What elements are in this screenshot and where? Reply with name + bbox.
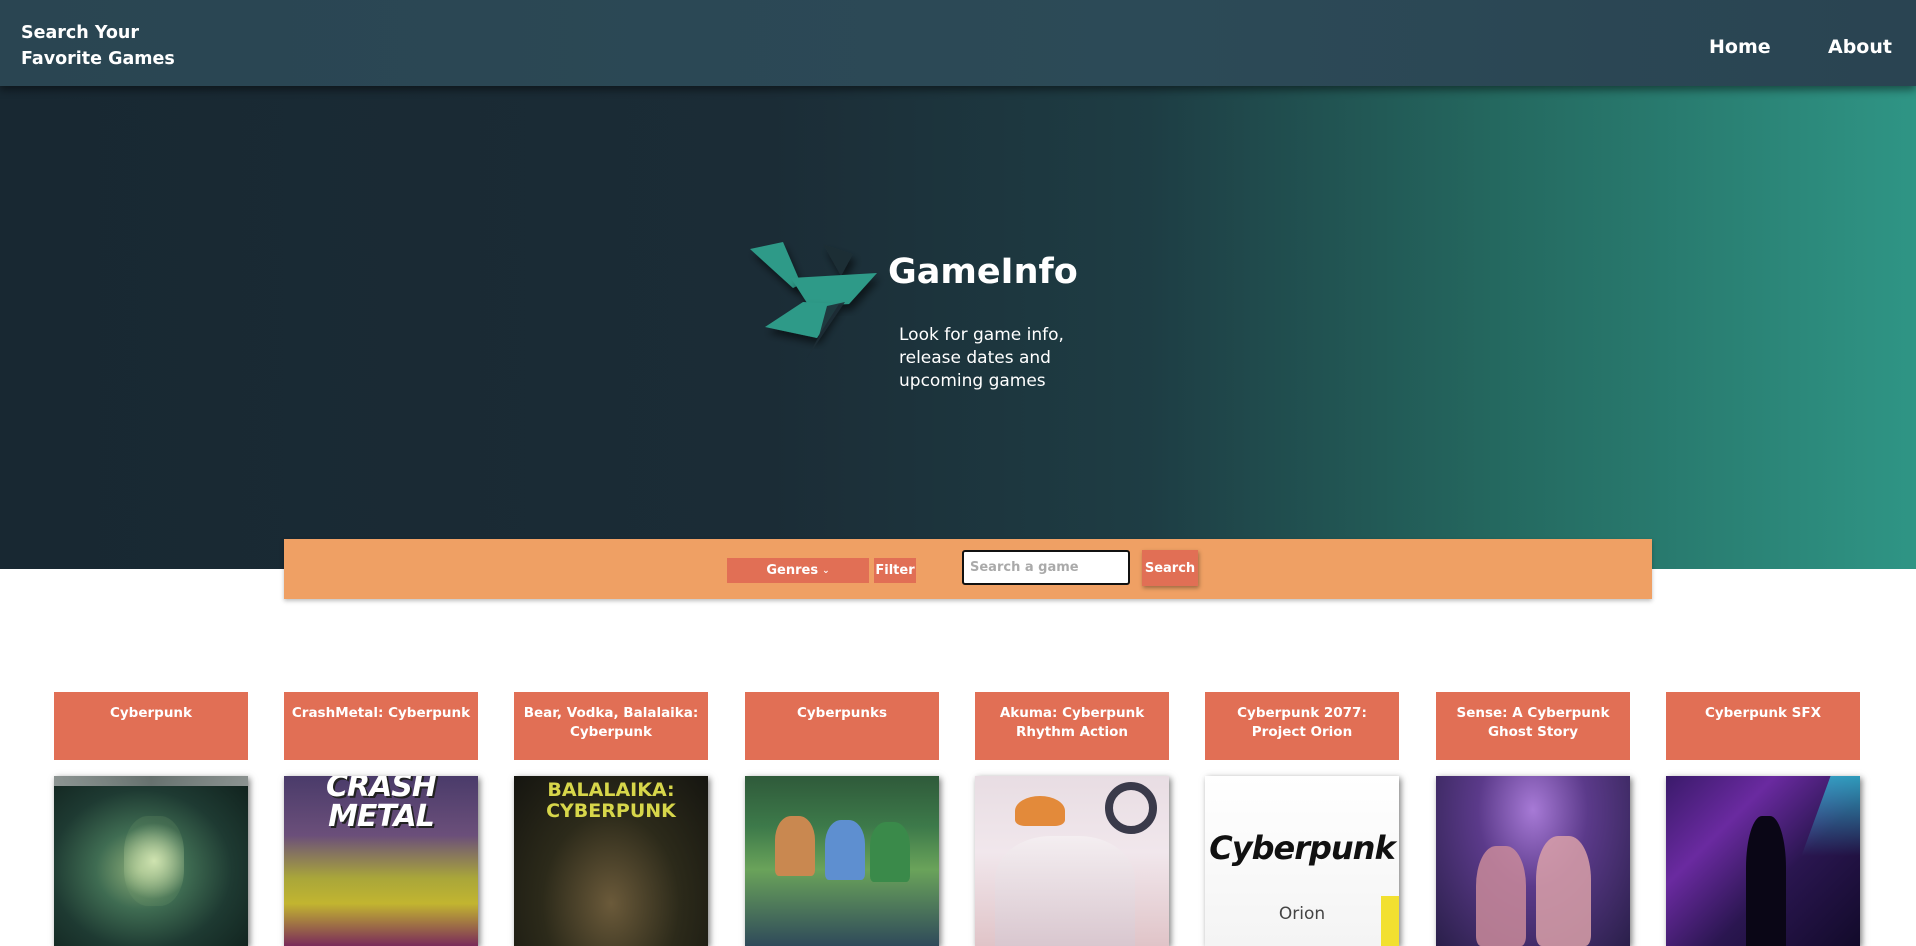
nav-about-link[interactable]: About — [1828, 36, 1892, 58]
game-cover-image[interactable] — [745, 776, 939, 946]
filter-button[interactable]: Filter — [874, 558, 916, 583]
game-cover-image[interactable]: Cyberpunk Orion — [1205, 776, 1399, 946]
game-card[interactable]: Cyberpunk 2077: Project Orion Cyberpunk … — [1205, 692, 1399, 946]
game-card[interactable]: Bear, Vodka, Balalaika: Cyberpunk BALALA… — [514, 692, 708, 946]
game-card-title: Cyberpunks — [745, 692, 939, 760]
search-bar: Genres ⌄ Filter Search — [284, 539, 1652, 599]
game-card[interactable]: Akuma: Cyberpunk Rhythm Action — [975, 692, 1169, 946]
cover-art-subtext: Orion — [1278, 904, 1326, 924]
game-card[interactable]: Cyberpunk — [54, 692, 248, 946]
game-card-title: Cyberpunk — [54, 692, 248, 760]
game-cover-image[interactable] — [54, 776, 248, 946]
game-card[interactable]: Cyberpunks — [745, 692, 939, 946]
search-input[interactable] — [962, 550, 1130, 585]
game-card-title: Cyberpunk SFX — [1666, 692, 1860, 760]
game-card-title: Bear, Vodka, Balalaika: Cyberpunk — [514, 692, 708, 760]
game-card[interactable]: Sense: A Cyberpunk Ghost Story — [1436, 692, 1630, 946]
cover-art-text: Cyberpunk — [1209, 829, 1395, 867]
game-cover-image[interactable] — [975, 776, 1169, 946]
gameinfo-logo-icon — [750, 242, 877, 358]
cover-art-text: CRASH METAL — [325, 776, 437, 834]
chevron-down-icon: ⌄ — [822, 565, 830, 576]
game-card-title: Cyberpunk 2077: Project Orion — [1205, 692, 1399, 760]
game-card-title: CrashMetal: Cyberpunk — [284, 692, 478, 760]
hero-banner: GameInfo Look for game info, release dat… — [0, 86, 1916, 569]
hero-title: GameInfo — [888, 252, 1078, 292]
genres-label: Genres — [766, 563, 819, 578]
game-cover-image[interactable] — [1666, 776, 1860, 946]
game-cover-image[interactable]: BALALAIKA: CYBERPUNK — [514, 776, 708, 946]
search-button[interactable]: Search — [1142, 550, 1198, 586]
genres-dropdown[interactable]: Genres ⌄ — [727, 558, 869, 583]
game-card-title: Sense: A Cyberpunk Ghost Story — [1436, 692, 1630, 760]
hero-tagline: Look for game info, release dates and up… — [899, 325, 1064, 391]
game-cover-image[interactable]: CRASH METAL — [284, 776, 478, 946]
game-card[interactable]: Cyberpunk SFX — [1666, 692, 1860, 946]
brand-line-1: Search Your — [21, 23, 140, 43]
game-cover-image[interactable] — [1436, 776, 1630, 946]
brand-line-2: Favorite Games — [21, 49, 175, 69]
nav-home-link[interactable]: Home — [1709, 36, 1771, 58]
navbar: Search Your Favorite Games Home About — [0, 0, 1916, 86]
cover-art-text: BALALAIKA: CYBERPUNK — [546, 779, 676, 822]
brand[interactable]: Search Your Favorite Games — [21, 20, 221, 72]
game-card-title: Akuma: Cyberpunk Rhythm Action — [975, 692, 1169, 760]
game-card[interactable]: CrashMetal: Cyberpunk CRASH METAL — [284, 692, 478, 946]
